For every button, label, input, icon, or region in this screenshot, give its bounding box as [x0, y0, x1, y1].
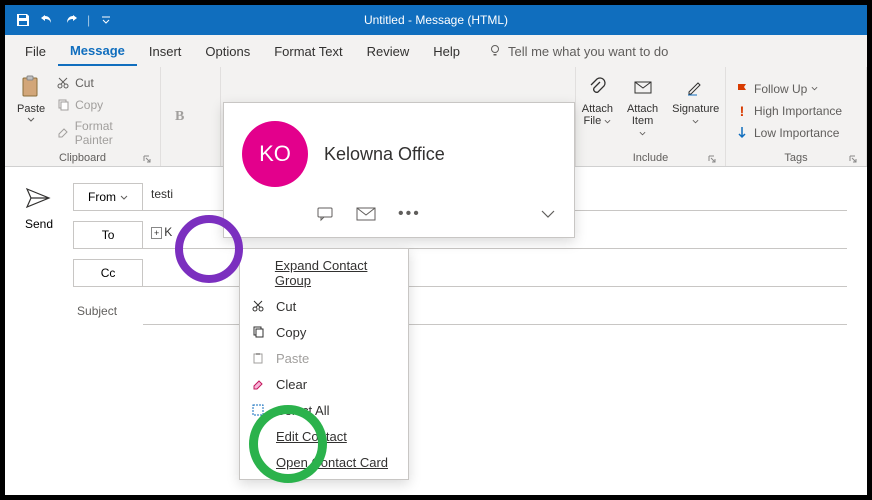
tab-help[interactable]: Help — [421, 38, 472, 65]
attach-file-button[interactable]: AttachFile — [578, 71, 617, 150]
tell-me-search[interactable]: Tell me what you want to do — [488, 44, 668, 59]
bold-button[interactable]: B — [169, 103, 190, 131]
menu-expand-contact-group[interactable]: Expand Contact Group — [240, 253, 408, 293]
dialog-launcher-icon[interactable] — [848, 154, 858, 164]
title-bar: | Untitled - Message (HTML) — [5, 5, 867, 35]
copy-icon — [250, 324, 266, 340]
chevron-down-icon[interactable] — [540, 209, 556, 219]
include-group-label: Include — [633, 152, 668, 164]
send-icon — [25, 187, 53, 211]
paste-button[interactable]: Paste — [13, 71, 49, 150]
chat-icon[interactable] — [316, 205, 334, 223]
paperclip-icon — [583, 73, 611, 101]
menu-copy[interactable]: Copy — [240, 319, 408, 345]
tab-format-text[interactable]: Format Text — [262, 38, 354, 65]
low-importance-button[interactable]: Low Importance — [734, 123, 842, 143]
context-menu: Expand Contact Group Cut Copy Paste Clea… — [239, 248, 409, 480]
app-window: | Untitled - Message (HTML) File Message… — [0, 0, 872, 500]
avatar: KO — [242, 121, 308, 187]
cc-button[interactable]: Cc — [73, 259, 143, 287]
exclamation-icon: ! — [734, 103, 750, 119]
window-title: Untitled - Message (HTML) — [5, 13, 867, 27]
attach-item-button[interactable]: AttachItem — [623, 71, 662, 150]
format-painter-button[interactable]: Format Painter — [55, 117, 152, 149]
qat-customize-icon[interactable] — [98, 12, 114, 28]
tab-insert[interactable]: Insert — [137, 38, 194, 65]
clipboard-group-label: Clipboard — [59, 152, 106, 164]
more-icon[interactable]: ••• — [398, 205, 421, 223]
tell-me-label: Tell me what you want to do — [508, 44, 668, 59]
menu-paste: Paste — [240, 345, 408, 371]
to-button[interactable]: To — [73, 221, 143, 249]
signature-button[interactable]: Signature — [668, 71, 723, 150]
tab-message[interactable]: Message — [58, 37, 137, 66]
menu-cut[interactable]: Cut — [240, 293, 408, 319]
contact-card-icon — [250, 454, 266, 470]
eraser-icon — [250, 376, 266, 392]
expand-group-icon[interactable]: + — [151, 227, 162, 239]
send-button[interactable]: Send — [25, 183, 53, 335]
paintbrush-icon — [55, 125, 71, 141]
flag-icon — [734, 81, 750, 97]
tab-options[interactable]: Options — [193, 38, 262, 65]
menu-open-contact-card[interactable]: Open Contact Card — [240, 449, 408, 475]
envelope-arrow-icon — [629, 73, 657, 101]
scissors-icon — [250, 298, 266, 314]
cut-button[interactable]: Cut — [55, 73, 152, 93]
ribbon-tabs: File Message Insert Options Format Text … — [5, 35, 867, 67]
undo-icon[interactable] — [39, 12, 55, 28]
contact-card: KO Kelowna Office ••• — [223, 102, 575, 238]
copy-button[interactable]: Copy — [55, 95, 152, 115]
lightbulb-icon — [488, 44, 502, 58]
menu-edit-contact[interactable]: Edit Contact — [240, 423, 408, 449]
contact-name: Kelowna Office — [324, 144, 445, 165]
tags-group-label: Tags — [784, 152, 807, 164]
follow-up-button[interactable]: Follow Up — [734, 79, 842, 99]
mail-icon[interactable] — [356, 206, 376, 222]
copy-icon — [55, 97, 71, 113]
select-all-icon — [250, 402, 266, 418]
dialog-launcher-icon[interactable] — [142, 154, 152, 164]
tab-review[interactable]: Review — [355, 38, 422, 65]
pen-icon — [682, 73, 710, 101]
paste-label: Paste — [17, 103, 45, 115]
paste-icon — [250, 350, 266, 366]
subject-label: Subject — [73, 304, 143, 318]
menu-clear[interactable]: Clear — [240, 371, 408, 397]
tab-file[interactable]: File — [13, 38, 58, 65]
save-icon[interactable] — [15, 12, 31, 28]
from-button[interactable]: From — [73, 183, 143, 211]
send-label: Send — [25, 217, 53, 231]
menu-select-all[interactable]: Select All — [240, 397, 408, 423]
high-importance-button[interactable]: !High Importance — [734, 101, 842, 121]
edit-contact-icon — [250, 428, 266, 444]
arrow-down-icon — [734, 125, 750, 141]
redo-icon[interactable] — [63, 12, 79, 28]
scissors-icon — [55, 75, 71, 91]
paste-icon — [17, 73, 45, 101]
dialog-launcher-icon[interactable] — [707, 154, 717, 164]
expand-icon — [250, 265, 265, 281]
